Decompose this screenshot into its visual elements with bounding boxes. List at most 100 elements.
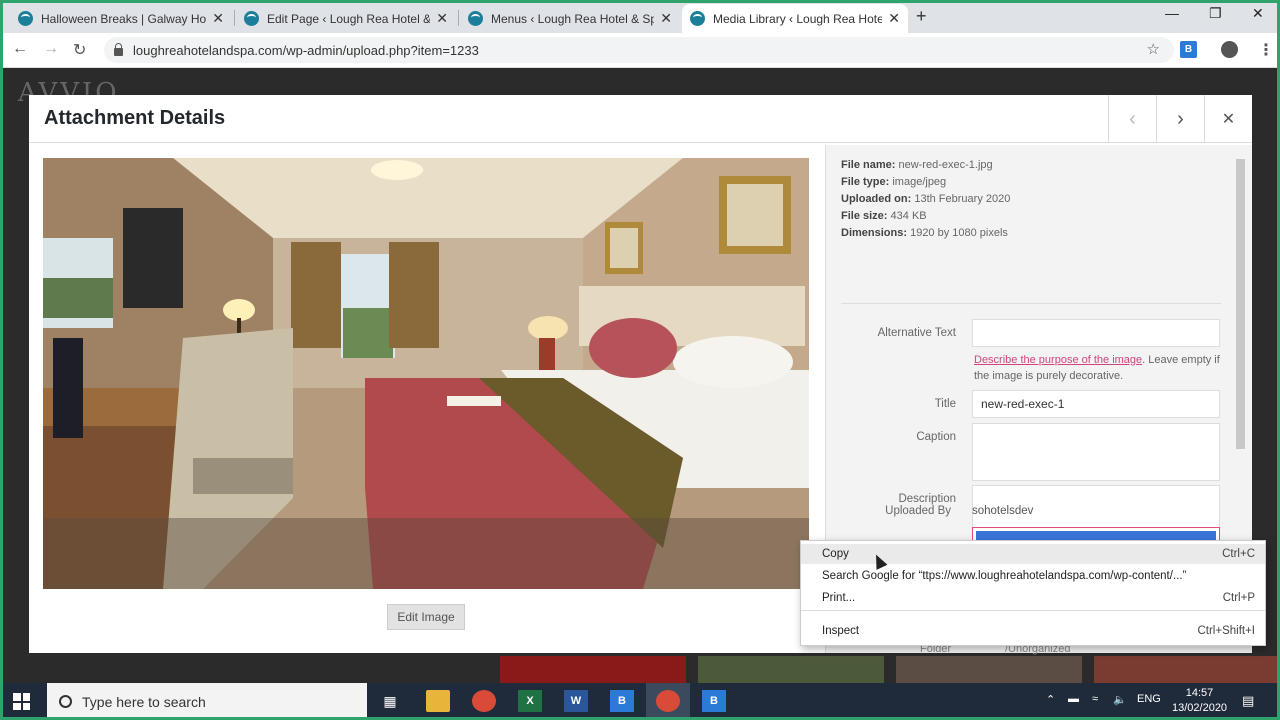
- title-label: Title: [934, 398, 956, 410]
- uploaded-on-label: Uploaded on:: [841, 193, 912, 205]
- browser-tab-3[interactable]: Menus ‹ Lough Rea Hotel & Spa ✕: [460, 4, 680, 33]
- site-favicon-icon: [244, 11, 259, 26]
- file-size-label: File size:: [841, 210, 888, 222]
- media-thumbnail[interactable]: [1094, 656, 1280, 683]
- menu-item-label: Search Google for “ttps://www.loughreaho…: [822, 570, 1187, 582]
- menu-item-label: Print...: [822, 592, 856, 604]
- dimensions-label: Dimensions:: [841, 227, 908, 239]
- context-menu-print[interactable]: Print... Ctrl+P: [801, 588, 1265, 608]
- site-favicon-icon: [18, 11, 33, 26]
- caption-label: Caption: [916, 431, 956, 443]
- context-menu: Copy Ctrl+C Search Google for “ttps://ww…: [800, 540, 1266, 646]
- alt-text-label: Alternative Text: [877, 327, 956, 339]
- url-text: loughreahotelandspa.com/wp-admin/upload.…: [133, 42, 479, 58]
- menu-item-shortcut: Ctrl+Shift+I: [1197, 625, 1255, 637]
- notifications-icon[interactable]: ▤: [1242, 693, 1254, 709]
- search-icon: [59, 695, 72, 708]
- taskbar-search-placeholder: Type here to search: [82, 693, 206, 710]
- uploaded-by-label: Uploaded By: [885, 505, 951, 517]
- modal-header: Attachment Details: [29, 95, 1252, 143]
- task-view-icon[interactable]: ▦: [378, 690, 402, 712]
- alt-text-input[interactable]: [972, 319, 1220, 347]
- browser-menu-icon[interactable]: ⋮: [1258, 40, 1274, 60]
- browser-toolbar: ← → ↻ loughreahotelandspa.com/wp-admin/u…: [0, 33, 1280, 68]
- attachment-image: [43, 158, 809, 589]
- uploaded-on-value: 13th February 2020: [914, 193, 1011, 205]
- description-label: Description: [898, 493, 956, 505]
- file-size-value: 434 KB: [890, 210, 927, 222]
- close-modal-button[interactable]: ✕: [1204, 95, 1252, 143]
- caption-textarea[interactable]: [972, 423, 1220, 481]
- lock-icon: [114, 43, 123, 56]
- extension-b-icon[interactable]: B: [1180, 41, 1197, 58]
- site-favicon-icon: [468, 11, 483, 26]
- excel-app-icon[interactable]: X: [518, 690, 542, 712]
- tab-close-icon[interactable]: ✕: [888, 10, 900, 27]
- browser-tab-1[interactable]: Halloween Breaks | Galway Hote ✕: [10, 4, 232, 33]
- b-app-icon-2[interactable]: B: [702, 690, 726, 712]
- file-metadata: File name: new-red-exec-1.jpg File type:…: [841, 157, 1010, 242]
- back-arrow-icon[interactable]: ←: [12, 40, 28, 58]
- file-name-label: File name:: [841, 159, 896, 171]
- browser-tab-strip: Halloween Breaks | Galway Hote ✕ Edit Pa…: [0, 0, 1280, 33]
- restore-window-icon[interactable]: ❐: [1209, 5, 1222, 22]
- tab-close-icon[interactable]: ✕: [660, 10, 672, 27]
- wifi-icon[interactable]: ≈: [1092, 693, 1098, 705]
- profile-avatar-icon[interactable]: [1221, 41, 1238, 58]
- system-clock[interactable]: 14:57 13/02/2020: [1172, 686, 1227, 716]
- b-app-icon[interactable]: B: [610, 690, 634, 712]
- battery-icon[interactable]: ▬: [1068, 693, 1079, 705]
- windows-start-icon[interactable]: [13, 693, 30, 710]
- minimize-window-icon[interactable]: —: [1165, 5, 1179, 21]
- menu-item-shortcut: Ctrl+P: [1222, 592, 1255, 604]
- clock-date: 13/02/2020: [1172, 702, 1228, 714]
- close-window-icon[interactable]: ✕: [1252, 5, 1264, 22]
- tab-close-icon[interactable]: ✕: [212, 10, 224, 27]
- title-input[interactable]: new-red-exec-1: [972, 390, 1220, 418]
- hotel-room-photo: [43, 158, 809, 589]
- media-thumbnail[interactable]: [698, 656, 884, 683]
- clock-time: 14:57: [1185, 687, 1214, 699]
- windows-taskbar: Type here to search ▦ X W B B ⌃ ▬ ≈ 🔈 EN…: [0, 683, 1280, 720]
- menu-item-label: Copy: [822, 548, 849, 560]
- tab-title: Menus ‹ Lough Rea Hotel & Spa: [491, 11, 655, 26]
- file-name-value: new-red-exec-1.jpg: [898, 159, 993, 171]
- media-thumbnail[interactable]: [500, 656, 686, 683]
- previous-attachment-button[interactable]: ‹: [1108, 95, 1156, 143]
- context-menu-inspect[interactable]: Inspect Ctrl+Shift+I: [801, 621, 1265, 641]
- address-bar[interactable]: loughreahotelandspa.com/wp-admin/upload.…: [104, 37, 1174, 63]
- context-menu-search-google[interactable]: Search Google for “ttps://www.loughreaho…: [801, 566, 1265, 586]
- sidebar-scrollbar[interactable]: [1236, 159, 1245, 449]
- menu-item-label: Inspect: [822, 625, 860, 637]
- modal-title: Attachment Details: [44, 107, 226, 129]
- meta-divider: [841, 303, 1221, 304]
- site-favicon-icon: [690, 11, 705, 26]
- new-tab-button[interactable]: +: [916, 6, 927, 27]
- browser-tab-4-active[interactable]: Media Library ‹ Lough Rea Hotel ✕: [682, 4, 908, 33]
- file-explorer-icon[interactable]: [426, 690, 450, 712]
- browser-tab-2[interactable]: Edit Page ‹ Lough Rea Hotel & Sp ✕: [236, 4, 456, 33]
- alt-text-help: Describe the purpose of the image. Leave…: [974, 352, 1224, 384]
- forward-arrow-icon[interactable]: →: [43, 40, 59, 58]
- tray-chevron-icon[interactable]: ⌃: [1046, 693, 1055, 706]
- word-app-icon[interactable]: W: [564, 690, 588, 712]
- volume-icon[interactable]: 🔈: [1113, 693, 1127, 706]
- reload-icon[interactable]: ↻: [73, 40, 86, 60]
- next-attachment-button[interactable]: ›: [1156, 95, 1204, 143]
- context-menu-copy[interactable]: Copy Ctrl+C: [801, 544, 1265, 564]
- menu-separator: [801, 610, 1265, 611]
- taskbar-search-box[interactable]: Type here to search: [47, 683, 367, 720]
- chrome-app-icon-active[interactable]: [656, 690, 680, 712]
- dimensions-value: 1920 by 1080 pixels: [910, 227, 1008, 239]
- uploaded-by-value: sohotelsdev: [972, 505, 1034, 517]
- tab-title: Edit Page ‹ Lough Rea Hotel & Sp: [267, 11, 430, 26]
- tab-title: Halloween Breaks | Galway Hote: [41, 11, 207, 26]
- describe-purpose-link[interactable]: Describe the purpose of the image: [974, 354, 1142, 366]
- bookmark-star-icon[interactable]: ☆: [1147, 40, 1160, 58]
- input-language[interactable]: ENG: [1137, 693, 1161, 705]
- tab-close-icon[interactable]: ✕: [436, 10, 448, 27]
- chrome-app-icon[interactable]: [472, 690, 496, 712]
- media-thumbnail[interactable]: [896, 656, 1082, 683]
- edit-image-button[interactable]: Edit Image: [387, 604, 465, 630]
- menu-item-shortcut: Ctrl+C: [1222, 548, 1255, 560]
